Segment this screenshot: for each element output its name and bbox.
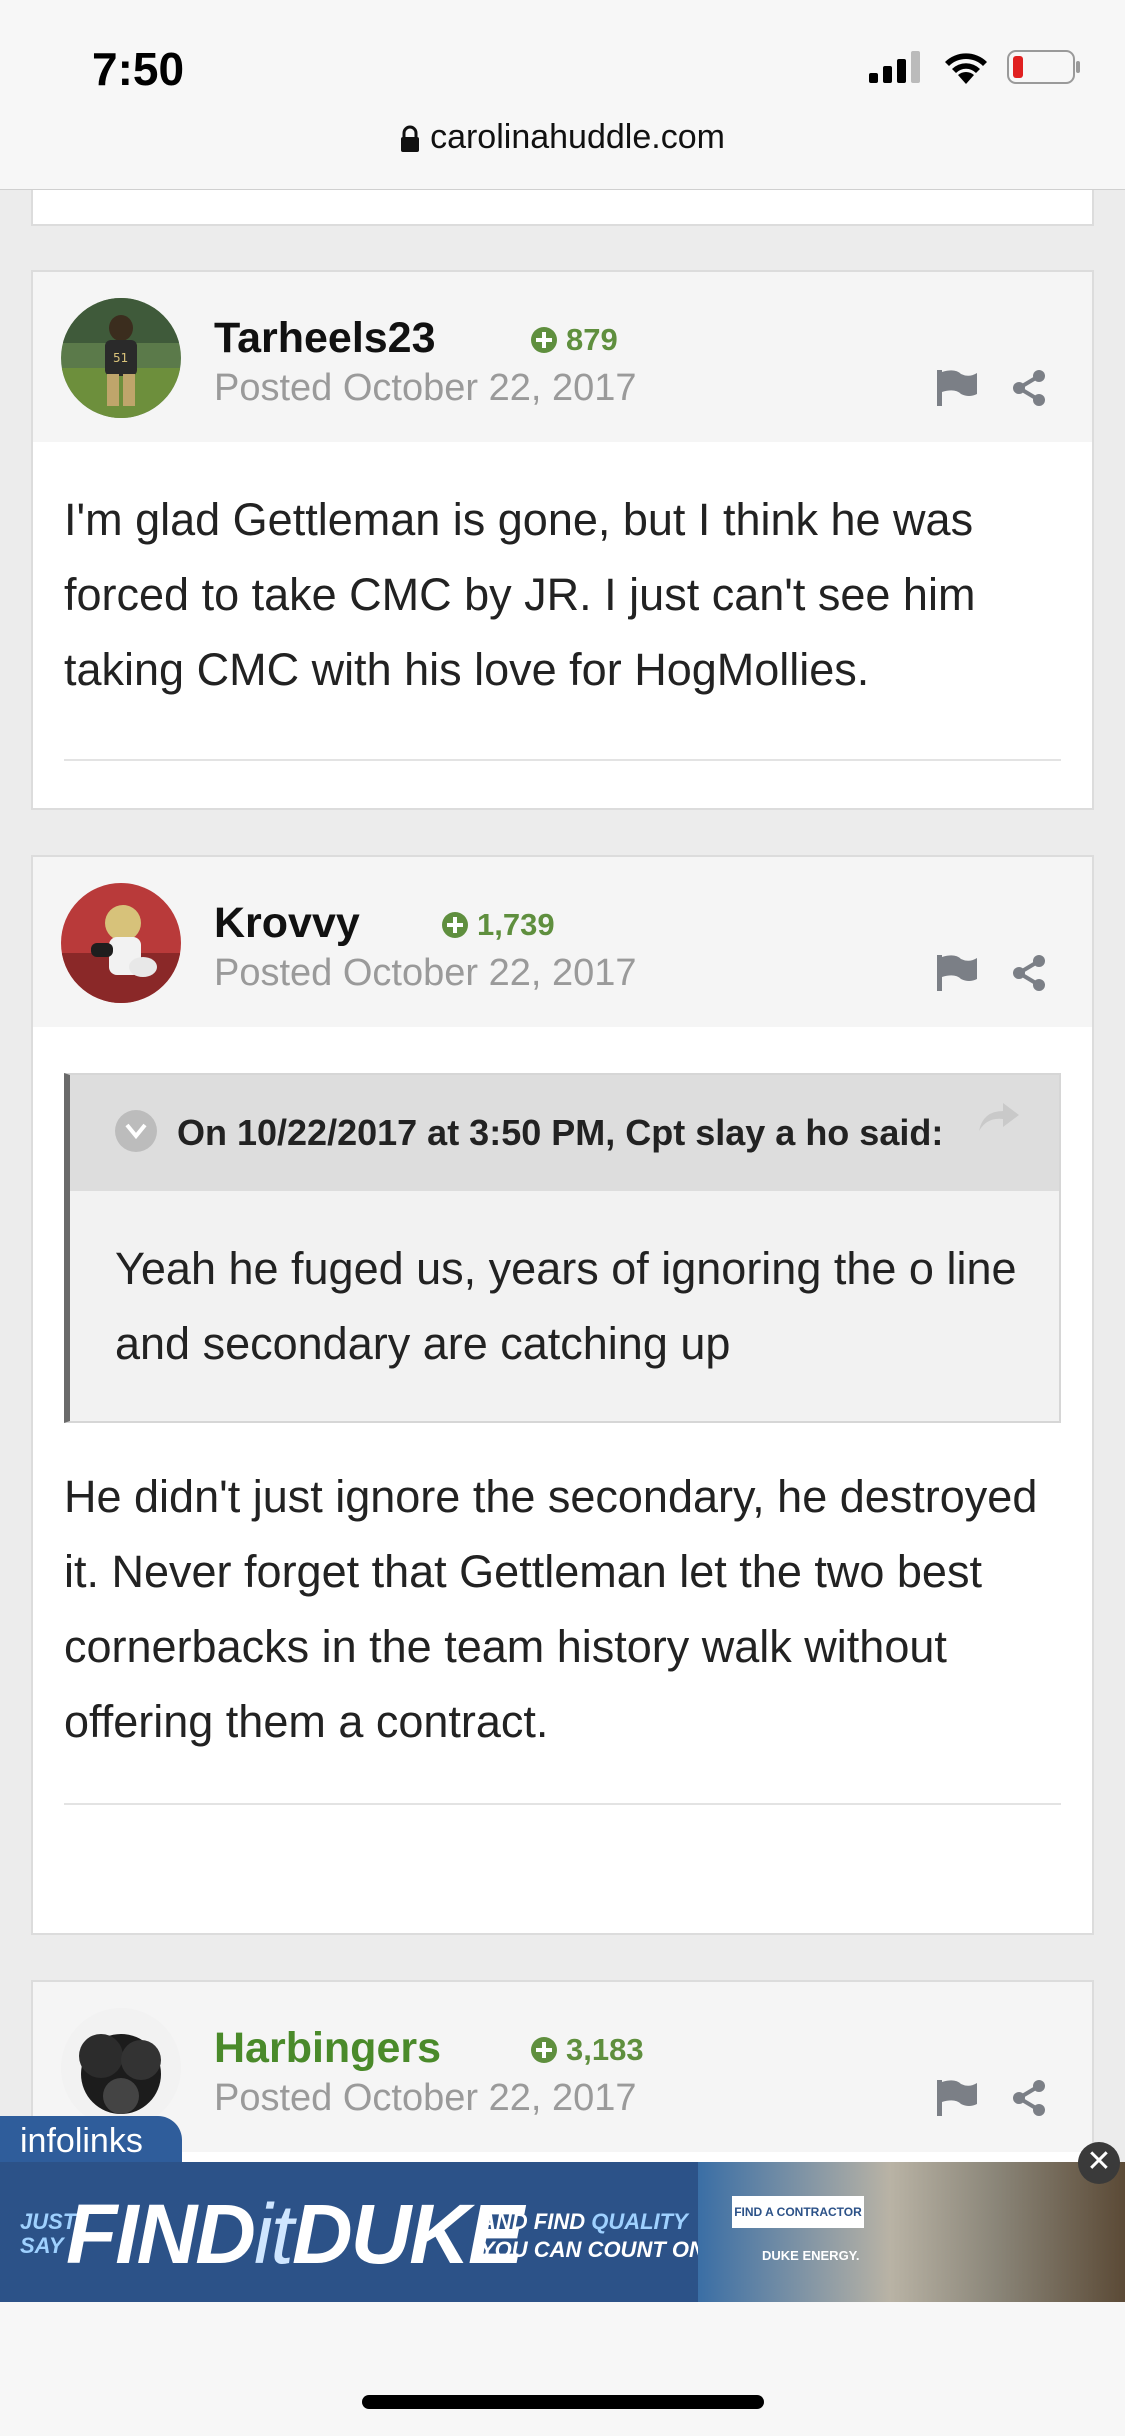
- status-icons: [869, 50, 1081, 84]
- plus-circle-icon: [442, 912, 468, 938]
- wifi-icon: [945, 53, 987, 84]
- ad-it: it: [253, 2187, 294, 2281]
- plus-circle-icon: [531, 327, 557, 353]
- share-icon[interactable]: [1011, 370, 1047, 406]
- post-content: I'm glad Gettleman is gone, but I think …: [64, 494, 976, 695]
- reputation-count: 1,739: [477, 907, 555, 942]
- ad-image-panel: FIND A CONTRACTOR DUKE ENERGY.: [698, 2162, 1125, 2302]
- quote-toggle[interactable]: [115, 1110, 157, 1153]
- ad-tagline-suffix: YOU CAN COUNT ON.: [480, 2237, 711, 2262]
- share-icon[interactable]: [1011, 955, 1047, 991]
- ad-cta-button[interactable]: FIND A CONTRACTOR: [732, 2196, 864, 2228]
- plus-circle-icon: [531, 2037, 557, 2063]
- avatar[interactable]: [61, 883, 181, 1003]
- quote-text: Yeah he fuged us, years of ignoring the …: [115, 1243, 1017, 1369]
- flag-icon[interactable]: [937, 2080, 977, 2116]
- post-card: Krovvy 1,739 Posted October 22, 2017 On …: [31, 855, 1094, 1935]
- reputation-badge: 1,739: [441, 907, 555, 943]
- post-header: Harbingers 3,183 Posted October 22, 2017: [33, 1982, 1092, 2152]
- avatar[interactable]: 51: [61, 298, 181, 418]
- post-date: Posted October 22, 2017: [214, 952, 637, 994]
- battery-icon: [1007, 50, 1080, 84]
- post-date: Posted October 22, 2017: [214, 2077, 637, 2119]
- browser-topbar: 7:50 carolinahuddle.com: [0, 0, 1125, 190]
- home-indicator[interactable]: [362, 2395, 764, 2409]
- quote-citation-bar: On 10/22/2017 at 3:50 PM, Cpt slay a ho …: [70, 1075, 1059, 1191]
- ad-tagline: AND FIND QUALITY YOU CAN COUNT ON.: [480, 2208, 711, 2264]
- svg-text:51: 51: [113, 351, 128, 365]
- url-text: carolinahuddle.com: [430, 118, 725, 156]
- url-bar[interactable]: carolinahuddle.com: [0, 118, 1125, 157]
- signal-icon: [869, 51, 920, 83]
- share-icon[interactable]: [1011, 2080, 1047, 2116]
- username[interactable]: Krovvy: [214, 899, 360, 948]
- ad-just-say: JUST SAY: [20, 2209, 77, 2258]
- post-content: He didn't just ignore the secondary, he …: [64, 1471, 1038, 1747]
- ad-find: FIND: [66, 2187, 256, 2281]
- reply-arrow-icon[interactable]: [979, 1103, 1019, 1133]
- post-date: Posted October 22, 2017: [214, 367, 637, 409]
- username[interactable]: Harbingers: [214, 2024, 441, 2073]
- ad-logo: DUKE ENERGY.: [762, 2248, 860, 2263]
- status-time: 7:50: [92, 43, 185, 95]
- reputation-badge: 3,183: [530, 2032, 644, 2068]
- quote-citation: On 10/22/2017 at 3:50 PM, Cpt slay a ho …: [177, 1112, 944, 1153]
- post-header: Krovvy 1,739 Posted October 22, 2017: [33, 857, 1092, 1027]
- quote-block: On 10/22/2017 at 3:50 PM, Cpt slay a ho …: [64, 1073, 1061, 1423]
- close-icon[interactable]: ✕: [1078, 2142, 1120, 2184]
- post-card: 51 Tarheels23 879 Posted October 22, 201…: [31, 270, 1094, 810]
- ad-network-tab[interactable]: infolinks: [0, 2116, 182, 2164]
- reputation-count: 879: [566, 322, 618, 357]
- ad-banner[interactable]: JUST SAY FINDitDUKE AND FIND QUALITY YOU…: [0, 2162, 1125, 2302]
- reputation-badge: 879: [530, 322, 618, 358]
- avatar[interactable]: [61, 2008, 181, 2128]
- post-divider: [64, 1803, 1061, 1805]
- ad-headline: FINDitDUKE: [66, 2186, 524, 2283]
- post-divider: [64, 759, 1061, 761]
- lock-icon: [401, 125, 420, 153]
- ad-tagline-prefix: AND FIND: [480, 2209, 592, 2234]
- bottom-toolbar-area: [0, 2302, 1125, 2436]
- flag-icon[interactable]: [937, 955, 977, 991]
- username[interactable]: Tarheels23: [214, 314, 436, 363]
- chevron-down-icon: [125, 1124, 147, 1140]
- ad-tagline-quality: QUALITY: [591, 2209, 688, 2234]
- post-header: 51 Tarheels23 879 Posted October 22, 201…: [33, 272, 1092, 442]
- reputation-count: 3,183: [566, 2032, 644, 2067]
- flag-icon[interactable]: [937, 370, 977, 406]
